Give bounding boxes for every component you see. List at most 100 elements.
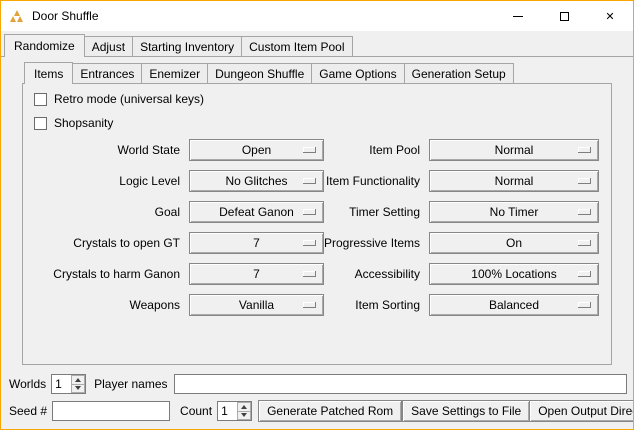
count-label: Count [180, 404, 212, 418]
player-names-input[interactable] [174, 374, 628, 394]
weapons-value: Vanilla [239, 298, 274, 312]
seed-row: Seed # Count Generate Patched Rom Save S… [1, 400, 633, 422]
item-sorting-value: Balanced [489, 298, 539, 312]
progressive-items-value: On [506, 236, 522, 250]
worlds-row: Worlds Player names [1, 373, 633, 395]
menu-indicator-icon [578, 209, 591, 215]
menu-indicator-icon [578, 178, 591, 184]
app-window: Door Shuffle Randomize Adjust Starting I… [0, 0, 634, 430]
item-functionality-value: Normal [495, 174, 534, 188]
worlds-label: Worlds [9, 377, 46, 391]
maximize-button[interactable] [541, 1, 587, 31]
menu-indicator-icon [303, 271, 316, 277]
world-state-dropdown[interactable]: Open [189, 139, 324, 161]
tab-randomize[interactable]: Randomize [4, 34, 85, 57]
menu-indicator-icon [303, 209, 316, 215]
timer-setting-dropdown[interactable]: No Timer [429, 201, 599, 223]
weapons-dropdown[interactable]: Vanilla [189, 294, 324, 316]
count-spinner-buttons [237, 402, 251, 420]
crystals-harm-ganon-label: Crystals to harm Ganon [31, 267, 189, 281]
world-state-label: World State [31, 143, 189, 157]
tab-game-options[interactable]: Game Options [311, 63, 404, 83]
tab-enemizer[interactable]: Enemizer [141, 63, 208, 83]
accessibility-dropdown[interactable]: 100% Locations [429, 263, 599, 285]
retro-mode-label: Retro mode (universal keys) [54, 92, 204, 106]
count-spin-down-button[interactable] [237, 411, 251, 421]
close-button[interactable] [587, 1, 633, 31]
worlds-spin-down-button[interactable] [71, 384, 85, 394]
logic-level-label: Logic Level [31, 174, 189, 188]
save-settings-button[interactable]: Save Settings to File [402, 400, 530, 422]
menu-indicator-icon [303, 240, 316, 246]
worlds-input[interactable] [52, 375, 71, 393]
count-input[interactable] [218, 402, 237, 420]
window-title: Door Shuffle [32, 9, 99, 23]
progressive-items-dropdown[interactable]: On [429, 232, 599, 254]
accessibility-label: Accessibility [324, 267, 429, 281]
tab-items[interactable]: Items [24, 62, 73, 84]
outer-pane-border [1, 56, 633, 57]
count-spinner[interactable] [217, 401, 252, 421]
randomize-pane: Items Entrances Enemizer Dungeon Shuffle… [22, 59, 612, 365]
menu-indicator-icon [578, 147, 591, 153]
crystals-harm-ganon-value: 7 [253, 267, 260, 281]
crystals-open-gt-value: 7 [253, 236, 260, 250]
inner-tabbar: Items Entrances Enemizer Dungeon Shuffle… [22, 59, 612, 83]
item-sorting-dropdown[interactable]: Balanced [429, 294, 599, 316]
generate-patched-rom-button[interactable]: Generate Patched Rom [258, 400, 402, 422]
logic-level-value: No Glitches [225, 174, 287, 188]
item-functionality-label: Item Functionality [324, 174, 429, 188]
close-icon [605, 9, 614, 23]
arrow-up-icon [241, 405, 247, 409]
goal-dropdown[interactable]: Defeat Ganon [189, 201, 324, 223]
menu-indicator-icon [578, 302, 591, 308]
item-pool-dropdown[interactable]: Normal [429, 139, 599, 161]
item-pool-value: Normal [495, 143, 534, 157]
logic-level-dropdown[interactable]: No Glitches [189, 170, 324, 192]
goal-value: Defeat Ganon [219, 205, 294, 219]
items-pane: Retro mode (universal keys) Shopsanity W… [22, 83, 612, 365]
app-icon [10, 10, 24, 22]
menu-indicator-icon [578, 271, 591, 277]
item-sorting-label: Item Sorting [324, 298, 429, 312]
tab-dungeon-shuffle[interactable]: Dungeon Shuffle [207, 63, 312, 83]
tab-generation-setup[interactable]: Generation Setup [404, 63, 514, 83]
item-functionality-dropdown[interactable]: Normal [429, 170, 599, 192]
worlds-spinner[interactable] [51, 374, 86, 394]
tab-custom-item-pool[interactable]: Custom Item Pool [241, 36, 352, 56]
retro-mode-row: Retro mode (universal keys) [23, 87, 611, 111]
player-names-label: Player names [94, 377, 167, 391]
arrow-up-icon [75, 378, 81, 382]
world-state-value: Open [242, 143, 271, 157]
arrow-down-icon [75, 386, 81, 390]
tab-starting-inventory[interactable]: Starting Inventory [132, 36, 242, 56]
shopsanity-row: Shopsanity [23, 111, 611, 135]
worlds-spinner-buttons [71, 375, 85, 393]
crystals-open-gt-label: Crystals to open GT [31, 236, 189, 250]
goal-label: Goal [31, 205, 189, 219]
maximize-icon [560, 12, 569, 21]
timer-setting-value: No Timer [490, 205, 539, 219]
window-controls [495, 1, 633, 31]
open-output-directory-button[interactable]: Open Output Directory [529, 400, 634, 422]
seed-label: Seed # [9, 404, 47, 418]
accessibility-value: 100% Locations [471, 267, 556, 281]
menu-indicator-icon [303, 178, 316, 184]
timer-setting-label: Timer Setting [324, 205, 429, 219]
titlebar[interactable]: Door Shuffle [1, 1, 633, 31]
seed-input[interactable] [52, 401, 170, 421]
tab-adjust[interactable]: Adjust [84, 36, 133, 56]
retro-mode-checkbox[interactable] [34, 93, 47, 106]
outer-tabbar: Randomize Adjust Starting Inventory Cust… [1, 31, 633, 56]
settings-grid: World State Open Item Pool Normal Logic … [23, 135, 611, 316]
menu-indicator-icon [303, 302, 316, 308]
weapons-label: Weapons [31, 298, 189, 312]
crystals-harm-ganon-dropdown[interactable]: 7 [189, 263, 324, 285]
tab-entrances[interactable]: Entrances [72, 63, 142, 83]
crystals-open-gt-dropdown[interactable]: 7 [189, 232, 324, 254]
shopsanity-label: Shopsanity [54, 116, 113, 130]
minimize-button[interactable] [495, 1, 541, 31]
item-pool-label: Item Pool [324, 143, 429, 157]
menu-indicator-icon [578, 240, 591, 246]
shopsanity-checkbox[interactable] [34, 117, 47, 130]
